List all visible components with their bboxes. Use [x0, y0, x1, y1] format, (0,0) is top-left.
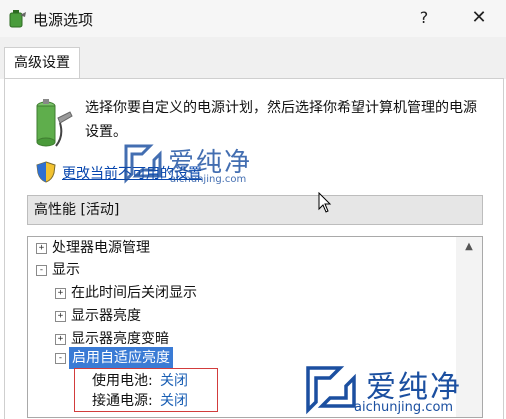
- tree-item-label: 在此时间后关闭显示: [71, 285, 197, 301]
- setting-value-link[interactable]: 关闭: [160, 390, 188, 412]
- watermark-url: aichunjing.com: [354, 400, 454, 415]
- description-text: 选择你要自定义的电源计划，然后选择你希望计算机管理的电源设置。: [85, 100, 477, 140]
- tab-advanced-settings[interactable]: 高级设置: [4, 47, 80, 80]
- scroll-up-arrow-icon[interactable]: ▲: [456, 237, 482, 257]
- watermark-top: 爱纯净 aichunjing.com: [120, 140, 260, 192]
- tab-strip: 高级设置: [0, 37, 506, 80]
- battery-plug-icon: [36, 99, 73, 147]
- expand-icon[interactable]: +: [55, 288, 66, 299]
- window-title: 电源选项: [33, 11, 94, 29]
- watermark-bottom: 爱纯净 aichunjing.com: [302, 362, 502, 418]
- tree-item-label-selected: 启用自适应亮度: [69, 347, 173, 369]
- close-button[interactable]: ✕: [458, 4, 500, 32]
- tree-item-label: 显示器亮度: [71, 308, 141, 324]
- mouse-cursor-icon: [318, 192, 332, 213]
- power-options-icon: [9, 10, 26, 28]
- power-plan-dropdown[interactable]: 高性能 [活动]: [27, 195, 483, 225]
- watermark-logo-icon: [306, 366, 356, 415]
- setting-label: 使用电池:: [92, 373, 153, 389]
- watermark-url: aichunjing.com: [170, 174, 247, 185]
- title-bar: 电源选项 ? ✕: [0, 0, 506, 38]
- uac-shield-icon: [36, 161, 56, 183]
- help-button[interactable]: ?: [404, 4, 444, 32]
- collapse-icon[interactable]: -: [36, 265, 47, 276]
- tree-item-label: 显示: [52, 262, 80, 278]
- watermark-logo-icon: [124, 144, 162, 184]
- setting-value-link[interactable]: 关闭: [160, 370, 188, 392]
- tree-item-label: 处理器电源管理: [52, 240, 150, 256]
- expand-icon[interactable]: +: [55, 334, 66, 345]
- collapse-icon[interactable]: -: [55, 353, 66, 364]
- expand-icon[interactable]: +: [36, 243, 47, 254]
- setting-label: 接通电源:: [92, 393, 153, 409]
- expand-icon[interactable]: +: [55, 311, 66, 322]
